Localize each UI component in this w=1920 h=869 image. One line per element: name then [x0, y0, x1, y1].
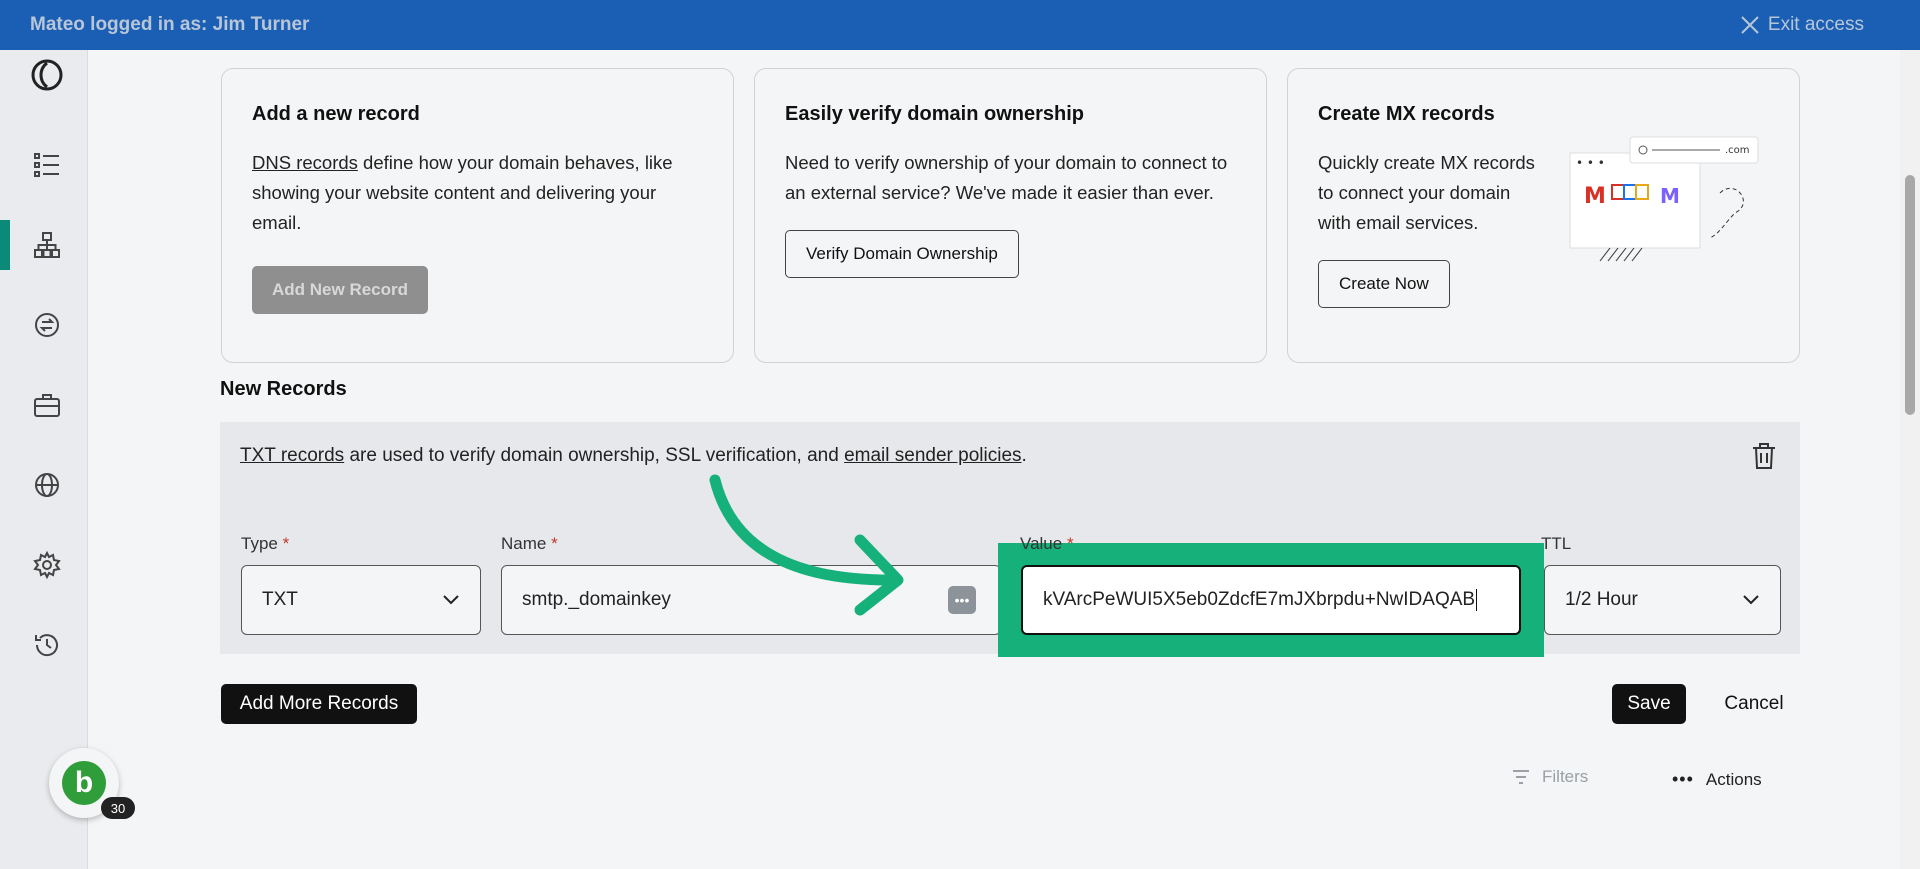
notification-badge: 30: [101, 797, 135, 819]
svg-text:• • •: • • •: [1576, 156, 1605, 170]
transfer-icon[interactable]: [26, 304, 68, 346]
svg-text:M: M: [1660, 184, 1680, 208]
page-scrollbar[interactable]: [1900, 50, 1920, 869]
verify-domain-ownership-button[interactable]: Verify Domain Ownership: [785, 230, 1019, 278]
briefcase-icon[interactable]: [26, 384, 68, 426]
cancel-button[interactable]: Cancel: [1714, 684, 1794, 724]
logo-icon[interactable]: [26, 54, 68, 96]
active-nav-indicator: [0, 220, 10, 270]
type-select[interactable]: TXT: [241, 565, 481, 635]
txt-records-link[interactable]: TXT records: [240, 445, 344, 466]
sitemap-icon[interactable]: [26, 224, 68, 266]
add-more-records-button[interactable]: Add More Records: [221, 684, 417, 724]
type-label: Type *: [241, 534, 290, 553]
logged-in-text: Mateo logged in as: Jim Turner: [30, 14, 310, 35]
name-label: Name *: [501, 534, 558, 553]
exit-access-button[interactable]: Exit access: [1740, 14, 1864, 36]
sidebar: [0, 50, 88, 869]
card-body: DNS records define how your domain behav…: [252, 152, 673, 233]
card-title: Add a new record: [252, 103, 420, 125]
card-add-record: Add a new record DNS records define how …: [221, 68, 734, 363]
email-illustration: • • • .com M M: [1569, 136, 1759, 262]
name-value: smtp._domainkey: [522, 589, 671, 610]
add-new-record-button[interactable]: Add New Record: [252, 266, 429, 314]
scrollbar-thumb[interactable]: [1905, 175, 1915, 415]
value-label: Value *: [1020, 534, 1074, 553]
globe-icon[interactable]: [26, 464, 68, 506]
filters-button[interactable]: Filters: [1512, 767, 1588, 787]
new-records-title: New Records: [220, 378, 347, 400]
chevron-down-icon: [443, 595, 459, 605]
value-input[interactable]: kVArcPeWUI5X5eb0ZdcfE7mJXbrpdu+NwIDAQAB: [1021, 565, 1521, 635]
txt-info-text: TXT records are used to verify domain ow…: [240, 445, 1027, 466]
avatar-letter: b: [62, 761, 106, 805]
card-body: Need to verify ownership of your domain …: [785, 152, 1228, 203]
trash-icon[interactable]: [1748, 440, 1780, 472]
chevron-down-icon: [1743, 595, 1759, 605]
more-options-icon[interactable]: •••: [948, 586, 976, 614]
actions-button[interactable]: ••• Actions: [1672, 769, 1762, 790]
more-horizontal-icon: •••: [1672, 769, 1694, 789]
list-icon[interactable]: [26, 144, 68, 186]
text-cursor: [1476, 589, 1478, 611]
save-button[interactable]: Save: [1612, 684, 1686, 724]
dns-records-link[interactable]: DNS records: [252, 152, 358, 173]
card-title: Create MX records: [1318, 103, 1495, 125]
create-now-button[interactable]: Create Now: [1318, 260, 1450, 308]
card-title: Easily verify domain ownership: [785, 103, 1084, 125]
svg-text:M: M: [1584, 184, 1606, 209]
impersonation-bar: Mateo logged in as: Jim Turner Exit acce…: [0, 0, 1920, 50]
ttl-select[interactable]: 1/2 Hour: [1544, 565, 1781, 635]
card-verify-ownership: Easily verify domain ownership Need to v…: [754, 68, 1267, 363]
filter-icon: [1513, 770, 1529, 784]
card-create-mx: Create MX records Quickly create MX reco…: [1287, 68, 1800, 363]
email-sender-policies-link[interactable]: email sender policies: [844, 445, 1021, 466]
close-icon: [1741, 16, 1759, 34]
gear-icon[interactable]: [26, 544, 68, 586]
annotation-arrow: [709, 474, 904, 616]
card-body: Quickly create MX records to connect you…: [1318, 152, 1535, 233]
exit-access-label: Exit access: [1767, 14, 1864, 35]
history-icon[interactable]: [26, 624, 68, 666]
ttl-label: TTL: [1541, 534, 1572, 553]
illustration-domain-text: .com: [1725, 145, 1750, 156]
ttl-value: 1/2 Hour: [1565, 589, 1638, 610]
value-text: kVArcPeWUI5X5eb0ZdcfE7mJXbrpdu+NwIDAQAB: [1043, 589, 1476, 610]
type-value: TXT: [262, 589, 298, 610]
